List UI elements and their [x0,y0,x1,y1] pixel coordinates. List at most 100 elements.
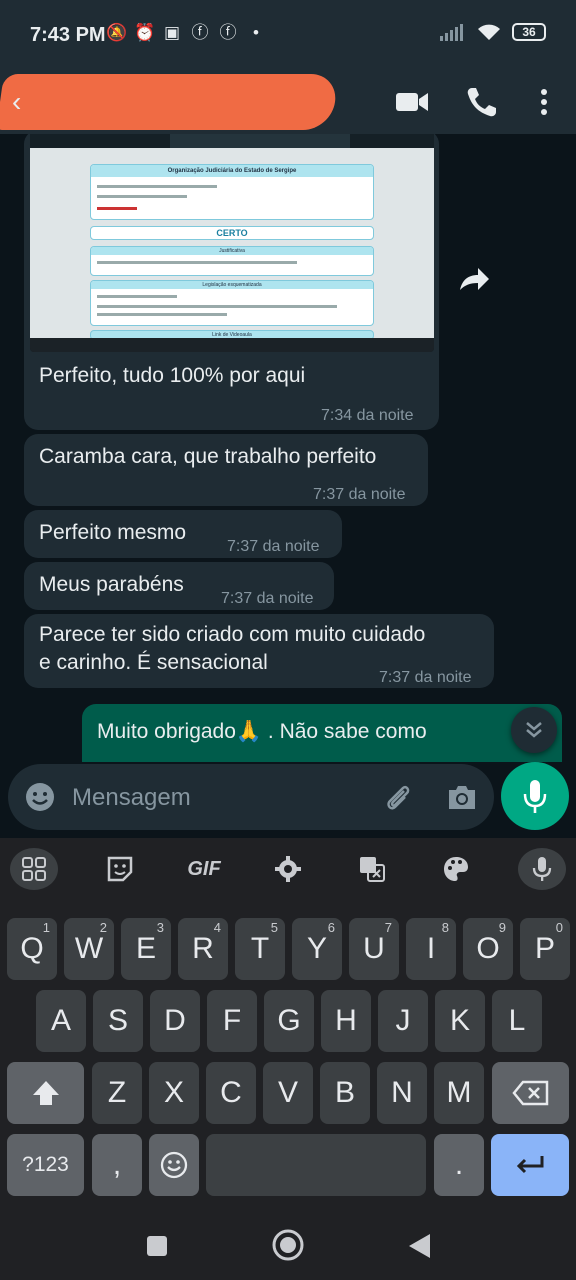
key-c[interactable]: C [206,1062,256,1124]
attach-icon[interactable] [382,781,414,813]
space-key[interactable] [206,1134,426,1196]
status-time: 7:43 PM [30,24,106,46]
message-bubble-incoming[interactable]: Perfeito mesmo 7:37 da noite [24,510,342,558]
settings-gear-icon[interactable] [264,848,312,890]
phone-call-icon[interactable] [464,84,500,120]
double-chevron-down-icon [526,722,542,738]
key-hint: 4 [213,920,221,935]
period-key[interactable]: . [434,1134,484,1196]
key-label: O [476,932,500,965]
theme-palette-icon[interactable] [432,848,480,890]
key-s[interactable]: S [93,990,143,1052]
backspace-key[interactable] [492,1062,569,1124]
key-label: S [107,1004,128,1037]
signal-icon [440,24,463,41]
emoji-key[interactable] [149,1134,199,1196]
message-text-line-2: e carinho. É sensacional [39,651,268,674]
home-circle-icon[interactable] [271,1228,305,1262]
shift-key[interactable] [7,1062,84,1124]
video-call-icon[interactable] [394,84,430,120]
key-y[interactable]: Y6 [292,918,342,980]
image-section-label: Legislação esquematizada [202,282,262,288]
key-label: B [334,1076,355,1109]
key-r[interactable]: R4 [178,918,228,980]
back-triangle-icon[interactable] [406,1232,432,1260]
image-tabs [170,134,350,148]
image-card: Justificativa [90,246,374,276]
recents-square-icon[interactable] [145,1234,169,1258]
key-t[interactable]: T5 [235,918,285,980]
key-h[interactable]: H [321,990,371,1052]
message-time: 7:37 da noite [221,590,314,607]
translate-icon[interactable] [348,848,396,890]
microphone-icon [523,780,547,813]
system-icons: 36 [440,22,546,42]
key-v[interactable]: V [263,1062,313,1124]
comma-key[interactable]: , [92,1134,142,1196]
chat-header: ‹ [0,72,576,134]
voice-message-button[interactable] [501,762,569,830]
message-bubble-outgoing[interactable]: Muito obrigado🙏 . Não sabe como [82,704,562,762]
camera-icon[interactable] [446,782,478,812]
key-x[interactable]: X [149,1062,199,1124]
back-arrow-icon[interactable]: ‹ [12,86,21,118]
key-hint: 3 [156,920,164,935]
key-m[interactable]: M [434,1062,484,1124]
key-z[interactable]: Z [92,1062,142,1124]
key-q[interactable]: Q1 [7,918,57,980]
apps-grid-icon[interactable] [10,848,58,890]
key-d[interactable]: D [150,990,200,1052]
key-label: D [164,1004,186,1037]
wifi-icon [478,24,500,40]
key-f[interactable]: F [207,990,257,1052]
nfc-icon: ▣ [163,23,181,42]
forward-icon[interactable] [448,256,498,306]
chat-area[interactable]: Organização Judiciária do Estado de Serg… [0,134,576,762]
key-u[interactable]: U7 [349,918,399,980]
sticker-icon[interactable] [96,848,144,890]
key-k[interactable]: K [435,990,485,1052]
voice-typing-icon[interactable] [518,848,566,890]
shared-image[interactable]: Organização Judiciária do Estado de Serg… [30,134,434,352]
alarm-icon: ⏰ [134,23,156,42]
message-time: 7:37 da noite [313,486,406,503]
key-label: T [250,932,270,965]
image-card: Legislação esquematizada [90,280,374,326]
key-n[interactable]: N [377,1062,427,1124]
enter-key[interactable] [491,1134,569,1196]
key-j[interactable]: J [378,990,428,1052]
key-i[interactable]: I8 [406,918,456,980]
key-a[interactable]: A [36,990,86,1052]
image-text-line [97,313,227,316]
image-verdict: CERTO [90,226,374,240]
key-label: A [50,1004,71,1037]
image-card: Organização Judiciária do Estado de Serg… [90,164,374,220]
key-w[interactable]: W2 [64,918,114,980]
key-l[interactable]: L [492,990,542,1052]
facebook-icon: ⓕ [219,23,237,42]
key-o[interactable]: O9 [463,918,513,980]
key-label: V [277,1076,298,1109]
key-p[interactable]: P0 [520,918,570,980]
muted-bell-icon: 🔕 [106,23,128,42]
key-hint: 7 [384,920,392,935]
message-input-bar: Mensagem [0,762,576,838]
message-input[interactable]: Mensagem [8,764,494,830]
symbols-key[interactable]: ?123 [7,1134,84,1196]
key-e[interactable]: E3 [121,918,171,980]
message-bubble-incoming[interactable]: Caramba cara, que trabalho perfeito 7:37… [24,434,428,506]
emoji-icon[interactable] [24,781,56,813]
key-g[interactable]: G [264,990,314,1052]
message-bubble-incoming[interactable]: Meus parabéns 7:37 da noite [24,562,334,610]
more-dot-icon: • [253,23,259,42]
key-label: E [135,932,156,965]
message-bubble-incoming[interactable]: Parece ter sido criado com muito cuidado… [24,614,494,688]
more-options-icon[interactable] [526,84,562,120]
key-label: P [534,932,555,965]
key-label: L [508,1004,526,1037]
gif-button[interactable]: GIF [180,848,228,890]
message-text-line-1: Parece ter sido criado com muito cuidado [39,623,426,646]
message-bubble-incoming[interactable]: Organização Judiciária do Estado de Serg… [24,134,439,430]
key-b[interactable]: B [320,1062,370,1124]
scroll-to-bottom-button[interactable] [511,707,557,753]
